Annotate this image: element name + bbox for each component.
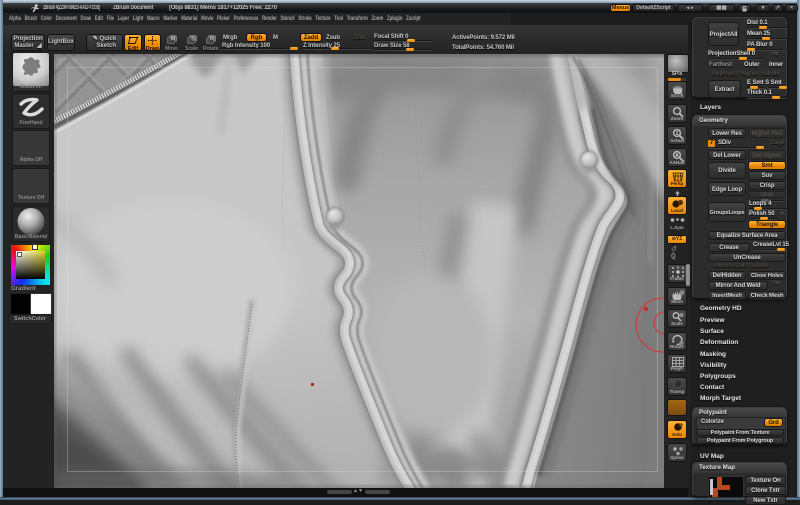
svg-text:S: S: [191, 36, 195, 42]
svg-text:1: 1: [676, 131, 679, 137]
svg-text:M: M: [170, 36, 175, 42]
svg-text:R: R: [210, 36, 214, 42]
svg-text:A: A: [675, 153, 679, 159]
